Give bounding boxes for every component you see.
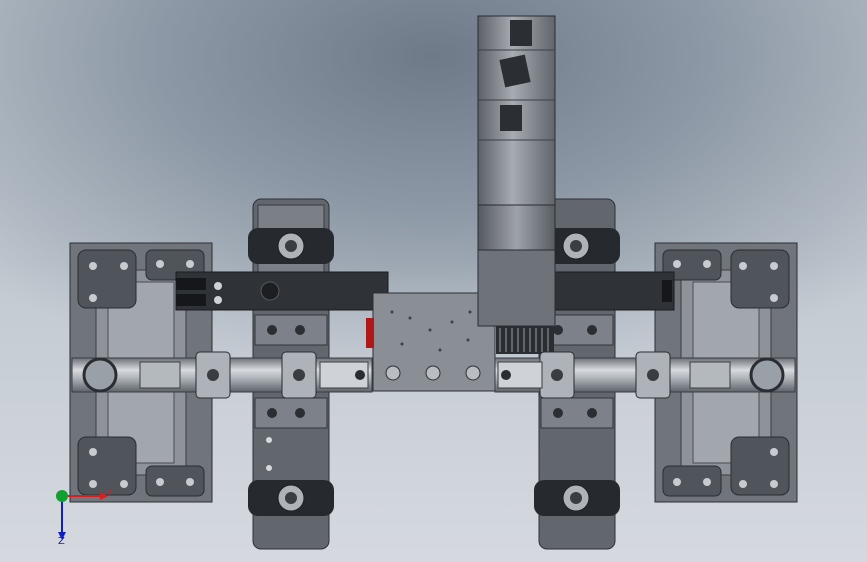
drive-motor[interactable] [477, 15, 556, 354]
z-axis-label: Z [58, 536, 65, 547]
origin-icon [56, 490, 68, 502]
center-housing[interactable] [366, 292, 496, 392]
coordinate-triad: Y Z [40, 478, 120, 548]
wheel-top-left [248, 228, 334, 264]
cad-model-view[interactable] [0, 0, 867, 562]
wheel-bottom-right [534, 480, 620, 516]
wheel-bottom-left [248, 480, 334, 516]
x-axis-label: Y [106, 488, 113, 499]
